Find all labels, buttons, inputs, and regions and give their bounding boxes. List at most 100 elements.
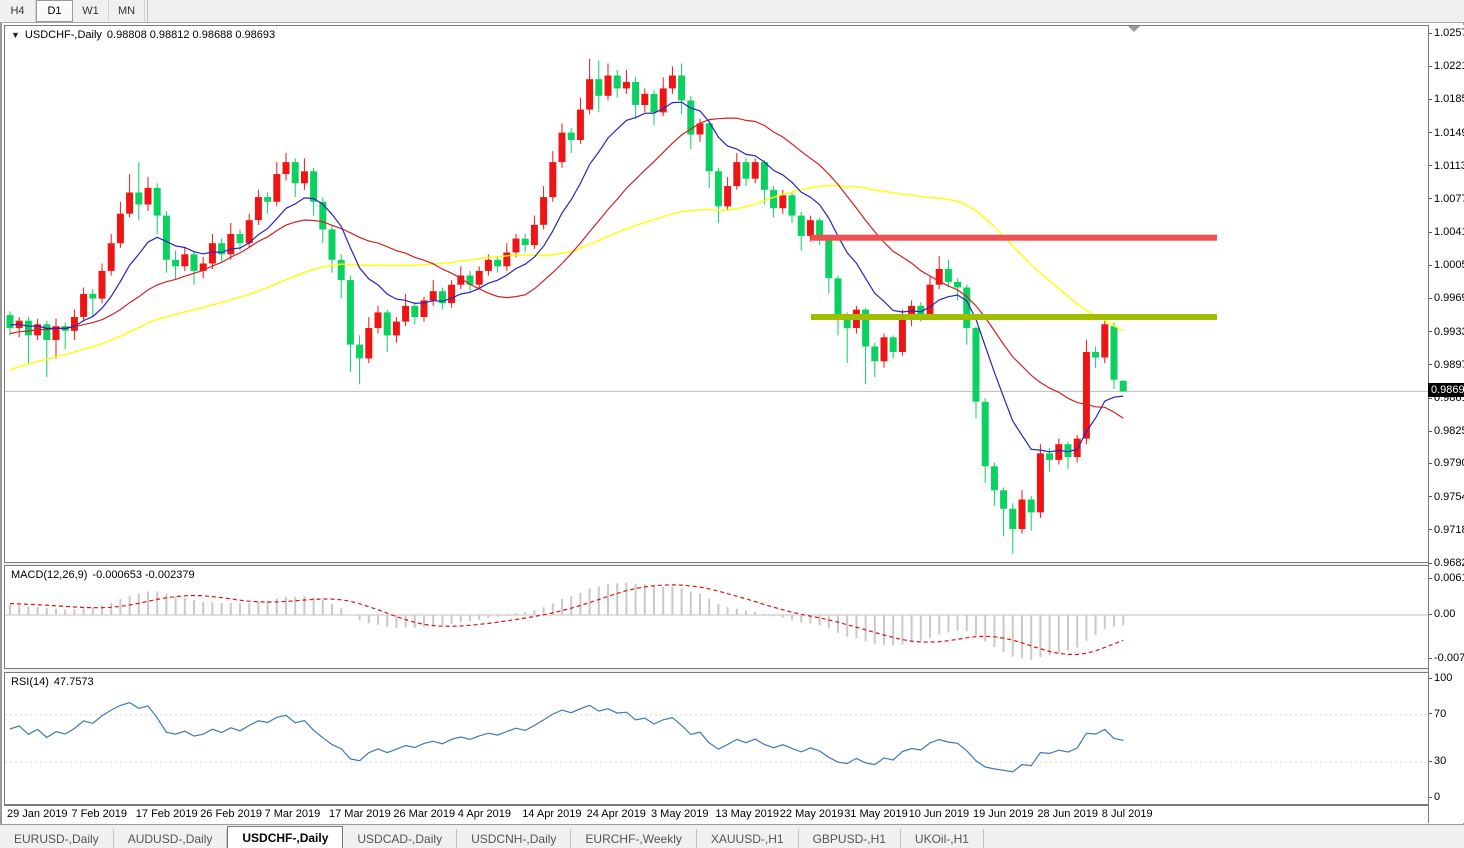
tick-label: 70 xyxy=(1434,708,1446,720)
date-axis-label: 22 May 2019 xyxy=(780,808,844,820)
timeframe-button-W1[interactable]: W1 xyxy=(73,0,109,22)
tick-mark xyxy=(1429,797,1432,798)
tick-mark xyxy=(1429,364,1432,365)
chart-tab-EURUSD[interactable]: EURUSD-,Daily xyxy=(0,829,114,848)
chart-tab-USDCHF[interactable]: USDCHF-,Daily xyxy=(227,826,343,848)
price-axis-tick: 1.02210 xyxy=(1429,60,1464,72)
tick-label: 1.01850 xyxy=(1434,93,1464,105)
macd-axis-tick: -0.007612 xyxy=(1429,652,1464,664)
date-axis-label: 10 Jun 2019 xyxy=(909,808,970,820)
price-axis[interactable]: 1.02570 1.02210 1.01850 1.01490 1.01130 1.007… xyxy=(1428,25,1464,823)
tick-label: 1.00770 xyxy=(1434,193,1464,205)
chart-tab-XAUUSD[interactable]: XAUUSD-,H1 xyxy=(697,829,799,848)
price-axis-tick: 0.97900 xyxy=(1429,457,1464,469)
tick-mark xyxy=(1429,298,1432,299)
rsi-plot xyxy=(5,673,1429,804)
tick-label: 30 xyxy=(1434,755,1446,767)
tick-mark xyxy=(1429,398,1432,399)
date-axis-label: 24 Apr 2019 xyxy=(587,808,646,820)
date-axis-label: 7 Mar 2019 xyxy=(265,808,321,820)
price-axis-tick: 1.01850 xyxy=(1429,93,1464,105)
price-axis-tick: 1.00410 xyxy=(1429,226,1464,238)
macd-plot xyxy=(5,566,1429,668)
tick-mark xyxy=(1429,331,1432,332)
chart-tab-USDCNH[interactable]: USDCNH-,Daily xyxy=(457,829,571,848)
date-axis-label: 14 Apr 2019 xyxy=(522,808,581,820)
tick-label: 0.97540 xyxy=(1434,491,1464,503)
tick-mark xyxy=(1429,529,1432,530)
tick-label: 0.98970 xyxy=(1434,359,1464,371)
rsi-axis-tick: 100 xyxy=(1429,672,1464,684)
chart-ohlc-values: 0.98808 0.98812 0.98688 0.98693 xyxy=(107,29,275,41)
tick-mark xyxy=(1429,265,1432,266)
rsi-axis-tick: 30 xyxy=(1429,755,1464,767)
price-axis-tick: 0.99690 xyxy=(1429,292,1464,304)
timeframe-button-MN[interactable]: MN xyxy=(109,0,145,22)
rsi-value: 47.7573 xyxy=(54,676,94,688)
chart-title: ▼ USDCHF-,Daily 0.98808 0.98812 0.98688 … xyxy=(11,29,275,41)
tick-mark xyxy=(1429,463,1432,464)
tick-mark xyxy=(1429,761,1432,762)
tick-label: 0 xyxy=(1434,791,1440,803)
tick-label: 0.98250 xyxy=(1434,425,1464,437)
timeframe-button-H4[interactable]: H4 xyxy=(0,0,36,22)
macd-pane[interactable]: MACD(12,26,9)-0.000653 -0.002379 xyxy=(4,565,1430,669)
chart-tab-GBPUSD[interactable]: GBPUSD-,H1 xyxy=(799,829,901,848)
macd-axis-tick: 0.00613 xyxy=(1429,572,1464,584)
tick-label: 0.96820 xyxy=(1434,557,1464,569)
date-axis-label: 31 May 2019 xyxy=(844,808,908,820)
macd-name: MACD(12,26,9) xyxy=(11,569,87,581)
price-axis-tick: 1.02570 xyxy=(1429,27,1464,39)
rsi-axis-tick: 0 xyxy=(1429,791,1464,803)
symbol-dropdown-icon[interactable]: ▼ xyxy=(11,31,20,40)
tick-label: 1.00050 xyxy=(1434,259,1464,271)
tick-label: 100 xyxy=(1434,672,1452,684)
main-chart-pane[interactable]: ▼ USDCHF-,Daily 0.98808 0.98812 0.98688 … xyxy=(4,25,1430,563)
tick-mark xyxy=(1429,165,1432,166)
date-axis-label: 17 Feb 2019 xyxy=(136,808,198,820)
tick-label: -0.007612 xyxy=(1434,652,1464,664)
tick-label: 1.01490 xyxy=(1434,127,1464,139)
date-axis-label: 26 Feb 2019 xyxy=(200,808,262,820)
chart-tab-EURCHF[interactable]: EURCHF-,Weekly xyxy=(571,829,696,848)
tick-label: 0.00 xyxy=(1434,608,1455,620)
date-axis[interactable]: 29 Jan 20197 Feb 2019 17 Feb 201926 Feb 2… xyxy=(4,805,1430,824)
mt4-window: H4D1W1MN ▼ USDCHF-,Daily 0.98808 0.98812… xyxy=(0,0,1464,848)
date-axis-label: 17 Mar 2019 xyxy=(329,808,391,820)
tick-mark xyxy=(1429,713,1432,714)
chart-tab-USDCAD[interactable]: USDCAD-,Daily xyxy=(343,829,457,848)
tick-label: 0.99690 xyxy=(1434,292,1464,304)
date-axis-label: 29 Jan 2019 xyxy=(7,808,68,820)
timeframe-button-D1[interactable]: D1 xyxy=(36,0,73,22)
tick-mark xyxy=(1429,198,1432,199)
chart-shift-marker[interactable] xyxy=(1128,26,1140,32)
tick-mark xyxy=(1429,658,1432,659)
tick-label: 0.97900 xyxy=(1434,457,1464,469)
chart-window: ▼ USDCHF-,Daily 0.98808 0.98812 0.98688 … xyxy=(0,23,1464,848)
chart-symbol-label: USDCHF-,Daily xyxy=(25,29,102,41)
tick-mark xyxy=(1429,578,1432,579)
chart-tab-AUDUSD[interactable]: AUDUSD-,Daily xyxy=(114,829,228,848)
macd-label: MACD(12,26,9)-0.000653 -0.002379 xyxy=(11,569,195,581)
rsi-axis-tick: 70 xyxy=(1429,708,1464,720)
chart-tab-UKOil[interactable]: UKOil-,H1 xyxy=(901,829,984,848)
date-axis-label: 26 Mar 2019 xyxy=(393,808,455,820)
price-axis-tick: 1.00050 xyxy=(1429,259,1464,271)
timeframe-buttons: H4D1W1MN xyxy=(0,0,145,22)
price-plot xyxy=(5,26,1429,562)
tick-mark xyxy=(1429,563,1432,564)
date-axis-label: 7 Feb 2019 xyxy=(71,808,127,820)
tick-mark xyxy=(1429,431,1432,432)
tick-label: 0.99330 xyxy=(1434,326,1464,338)
price-axis-tick: 1.01490 xyxy=(1429,127,1464,139)
date-axis-label: 8 Jul 2019 xyxy=(1102,808,1153,820)
price-axis-tick: 0.98970 xyxy=(1429,359,1464,371)
tick-mark xyxy=(1429,232,1432,233)
rsi-name: RSI(14) xyxy=(11,676,49,688)
rsi-pane[interactable]: RSI(14) 47.7573 xyxy=(4,672,1430,805)
price-axis-tick: 0.98250 xyxy=(1429,425,1464,437)
tick-mark xyxy=(1429,33,1432,34)
toolbar-separator xyxy=(147,0,148,22)
date-axis-label: 4 Apr 2019 xyxy=(458,808,511,820)
tick-label: 1.01130 xyxy=(1434,160,1464,172)
